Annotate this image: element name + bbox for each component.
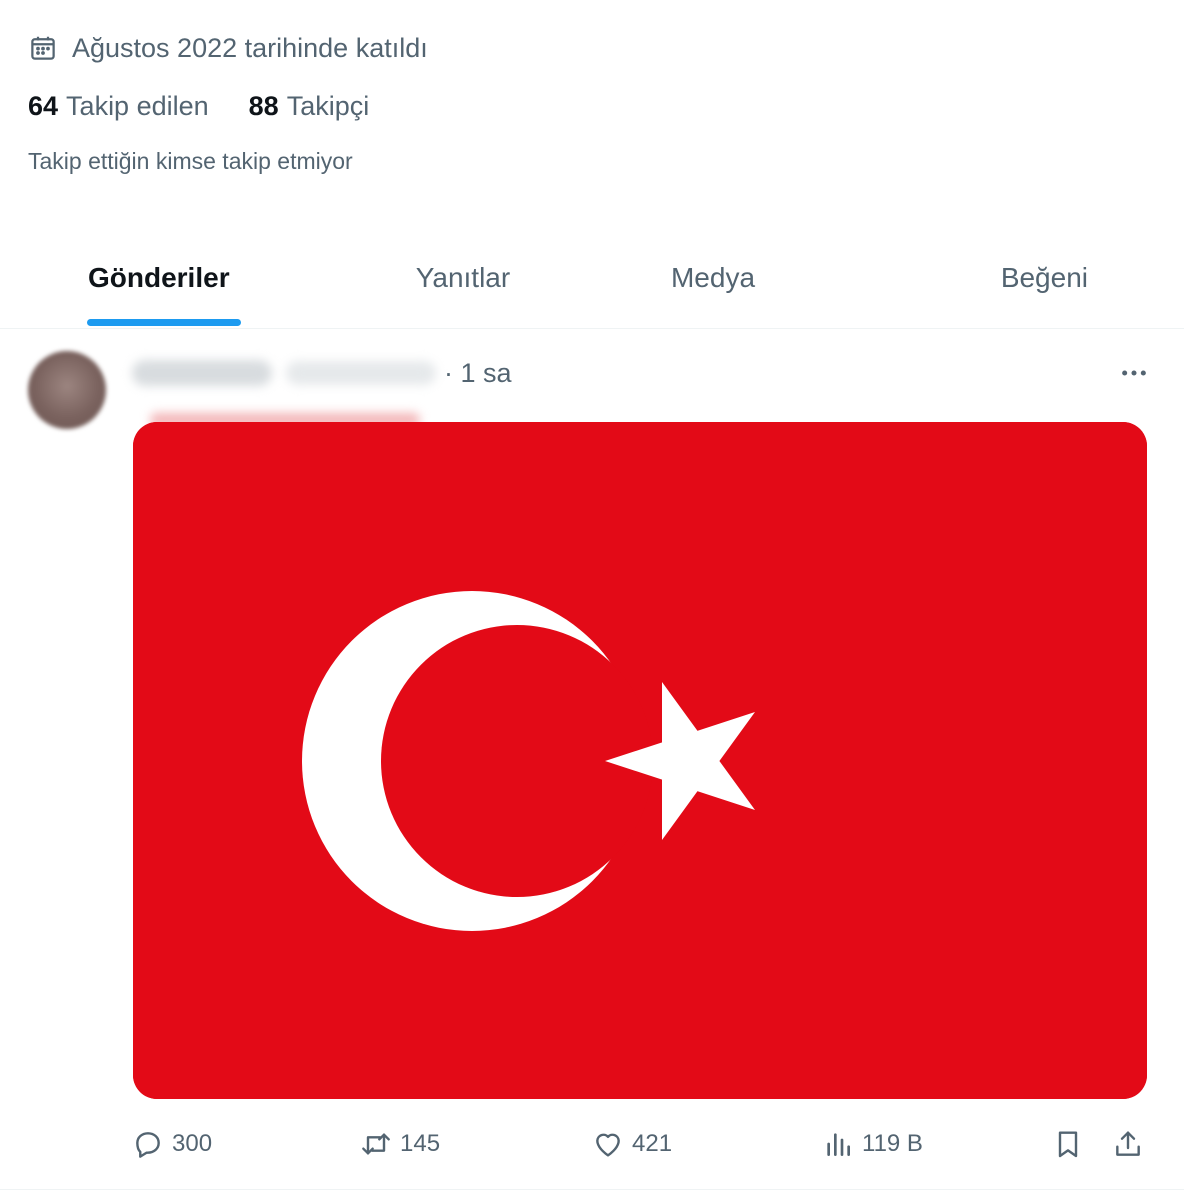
post-timestamp[interactable]: · 1 sa <box>444 358 512 389</box>
repost-button[interactable]: 145 <box>360 1121 440 1167</box>
tab-replies-label: Yanıtlar <box>415 262 511 293</box>
post-actions: 300 145 421 119 B <box>132 1121 1148 1167</box>
bookmark-icon <box>1058 1131 1078 1158</box>
tab-posts[interactable]: Gönderiler <box>0 228 338 328</box>
reply-count: 300 <box>172 1130 213 1157</box>
followers-label: Takipçi <box>286 90 370 121</box>
post-image-turkish-flag[interactable] <box>133 422 1147 1099</box>
share-icon <box>1116 1131 1140 1156</box>
tab-replies[interactable]: Yanıtlar <box>338 228 588 328</box>
tab-posts-label: Gönderiler <box>88 262 230 293</box>
following-count: 64 <box>28 90 59 121</box>
joined-text: Ağustos 2022 tarihinde katıldı <box>72 32 428 63</box>
avatar[interactable] <box>28 351 106 429</box>
followers-link[interactable]: 88 Takipçi <box>249 91 370 122</box>
tab-likes-label: Beğeni <box>1000 262 1088 293</box>
bookmark-button[interactable] <box>1052 1121 1084 1167</box>
following-link[interactable]: 64 Takip edilen <box>28 91 209 122</box>
joined-date: Ağustos 2022 tarihinde katıldı <box>28 28 1180 68</box>
post[interactable]: · 1 sa 300 145 421 119 B <box>0 329 1184 1190</box>
tab-media-label: Medya <box>670 262 756 293</box>
followers-count: 88 <box>248 90 279 121</box>
repost-icon <box>362 1133 390 1155</box>
tab-media[interactable]: Medya <box>588 228 838 328</box>
more-options-button[interactable] <box>1114 353 1154 393</box>
share-button[interactable] <box>1112 1121 1144 1167</box>
mutual-followers-note: Takip ettiğin kimse takip etmiyor <box>28 148 353 174</box>
like-button[interactable]: 421 <box>592 1121 672 1167</box>
more-icon <box>1122 370 1146 376</box>
views-button[interactable]: 119 B <box>822 1121 923 1167</box>
following-label: Takip edilen <box>66 90 209 121</box>
turkish-flag-image <box>133 422 1147 1099</box>
like-count: 421 <box>632 1130 673 1157</box>
profile-tabs: Gönderiler Yanıtlar Medya Beğeni <box>0 228 1184 329</box>
profile-meta: Ağustos 2022 tarihinde katıldı 64 Takip … <box>28 28 1180 182</box>
calendar-icon <box>31 36 55 60</box>
reply-icon <box>136 1132 160 1158</box>
active-tab-indicator <box>87 319 241 326</box>
analytics-icon <box>827 1133 850 1156</box>
view-count: 119 B <box>862 1130 923 1157</box>
follow-stats: 64 Takip edilen 88 Takipçi <box>28 86 1180 126</box>
tab-likes[interactable]: Beğeni <box>838 228 1184 328</box>
repost-count: 145 <box>400 1130 441 1157</box>
post-header: · 1 sa <box>132 351 1154 395</box>
reply-button[interactable]: 300 <box>132 1121 212 1167</box>
author-name-blurred[interactable] <box>132 360 272 386</box>
author-handle-blurred[interactable] <box>286 361 436 385</box>
heart-icon <box>596 1133 620 1157</box>
